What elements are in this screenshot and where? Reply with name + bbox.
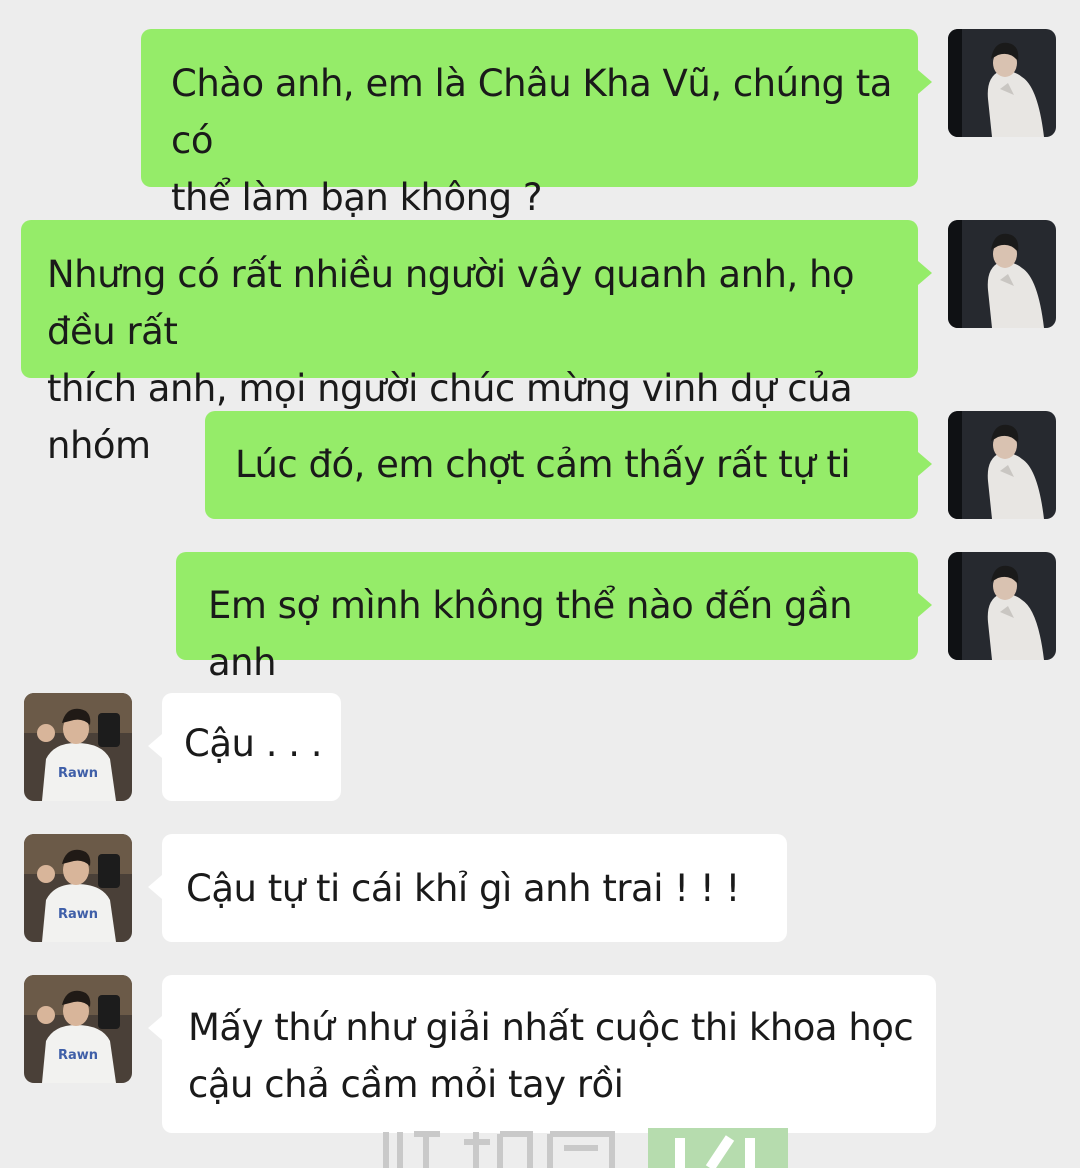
message-line: Nhưng có rất nhiều người vây quanh anh, … xyxy=(47,253,855,353)
bubble-tail xyxy=(148,1016,162,1040)
message-bubble[interactable]: Em sợ mình không thể nào đến gần anh xyxy=(176,552,918,684)
bubble-tail xyxy=(918,70,932,94)
avatar-photo-white-shirt-icon xyxy=(948,411,1056,519)
avatar-photo-white-shirt-icon xyxy=(948,29,1056,137)
message-bubble[interactable]: Lúc đó, em chợt cảm thấy rất tự ti xyxy=(205,411,918,519)
avatar-photo-white-shirt-icon xyxy=(948,220,1056,328)
avatar[interactable] xyxy=(948,29,1056,137)
message-bubble[interactable]: Cậu . . . xyxy=(162,693,341,801)
avatar[interactable] xyxy=(948,220,1056,328)
message-line: Chào anh, em là Châu Kha Vũ, chúng ta có xyxy=(171,62,892,162)
bubble-tail xyxy=(148,875,162,899)
bubble-tail xyxy=(148,734,162,758)
avatar[interactable]: Rawn xyxy=(24,975,132,1083)
bubble-tail xyxy=(918,452,932,476)
message-bubble[interactable]: Chào anh, em là Châu Kha Vũ, chúng ta có… xyxy=(141,29,918,219)
watermark-logo xyxy=(380,1128,800,1168)
svg-text:Rawn: Rawn xyxy=(58,907,98,922)
avatar-photo-tshirt-selfie-icon: Rawn xyxy=(24,975,132,1083)
message-line: Cậu tự ti cái khỉ gì anh trai ! ! ! xyxy=(186,867,740,910)
message-line: Em sợ mình không thể nào đến gần anh xyxy=(208,584,853,684)
message-bubble[interactable]: Mấy thứ như giải nhất cuộc thi khoa học … xyxy=(162,975,936,1133)
avatar[interactable] xyxy=(948,411,1056,519)
message-line: thể làm bạn không ? xyxy=(171,176,542,219)
message-line: Cậu . . . xyxy=(184,722,323,765)
bubble-tail xyxy=(918,261,932,285)
svg-text:Rawn: Rawn xyxy=(58,766,98,781)
avatar-photo-tshirt-selfie-icon: Rawn xyxy=(24,834,132,942)
message-line: Lúc đó, em chợt cảm thấy rất tự ti xyxy=(235,443,851,486)
message-bubble[interactable]: Nhưng có rất nhiều người vây quanh anh, … xyxy=(21,220,918,467)
message-line: cậu chả cầm mỏi tay rồi xyxy=(188,1063,624,1106)
message-bubble[interactable]: Cậu tự ti cái khỉ gì anh trai ! ! ! xyxy=(162,834,787,942)
svg-text:Rawn: Rawn xyxy=(58,1048,98,1063)
avatar[interactable] xyxy=(948,552,1056,660)
message-line: Mấy thứ như giải nhất cuộc thi khoa học xyxy=(188,1006,914,1049)
avatar[interactable]: Rawn xyxy=(24,834,132,942)
avatar-photo-white-shirt-icon xyxy=(948,552,1056,660)
avatar-photo-tshirt-selfie-icon: Rawn xyxy=(24,693,132,801)
bubble-tail xyxy=(918,593,932,617)
avatar[interactable]: Rawn xyxy=(24,693,132,801)
